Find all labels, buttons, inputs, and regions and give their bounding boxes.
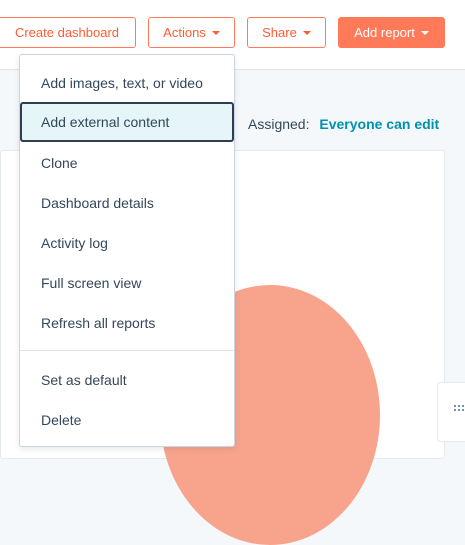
menu-item-delete[interactable]: Delete <box>20 400 234 440</box>
menu-item-set-as-default[interactable]: Set as default <box>20 360 234 400</box>
assigned-permission-link[interactable]: Everyone can edit <box>319 116 439 132</box>
menu-item-dashboard-details[interactable]: Dashboard details <box>20 183 234 223</box>
caret-down-icon <box>302 31 311 35</box>
menu-item-add-external-content[interactable]: Add external content <box>20 102 234 142</box>
menu-item-add-images-text-video[interactable]: Add images, text, or video <box>20 63 234 103</box>
menu-item-clone[interactable]: Clone <box>20 143 234 183</box>
assigned-label: Assigned: <box>248 116 310 132</box>
share-dropdown-button[interactable]: Share <box>247 17 326 48</box>
menu-item-activity-log[interactable]: Activity log <box>20 223 234 263</box>
grip-icon[interactable] <box>454 405 465 413</box>
add-report-label: Add report <box>354 25 415 40</box>
share-label: Share <box>262 25 297 40</box>
caret-down-icon <box>420 31 429 35</box>
actions-dropdown-button[interactable]: Actions <box>148 17 235 48</box>
assigned-info: Assigned: Everyone can edit <box>248 116 439 132</box>
side-report-card <box>437 382 465 442</box>
menu-item-full-screen-view[interactable]: Full screen view <box>20 263 234 303</box>
actions-label: Actions <box>163 25 206 40</box>
menu-divider <box>20 350 234 351</box>
actions-dropdown-menu: Add images, text, or video Add external … <box>19 54 235 447</box>
create-dashboard-label: Create dashboard <box>14 25 120 40</box>
caret-down-icon <box>211 31 220 35</box>
menu-item-refresh-all-reports[interactable]: Refresh all reports <box>20 303 234 343</box>
create-dashboard-button[interactable]: Create dashboard <box>0 17 136 48</box>
add-report-dropdown-button[interactable]: Add report <box>338 17 445 48</box>
